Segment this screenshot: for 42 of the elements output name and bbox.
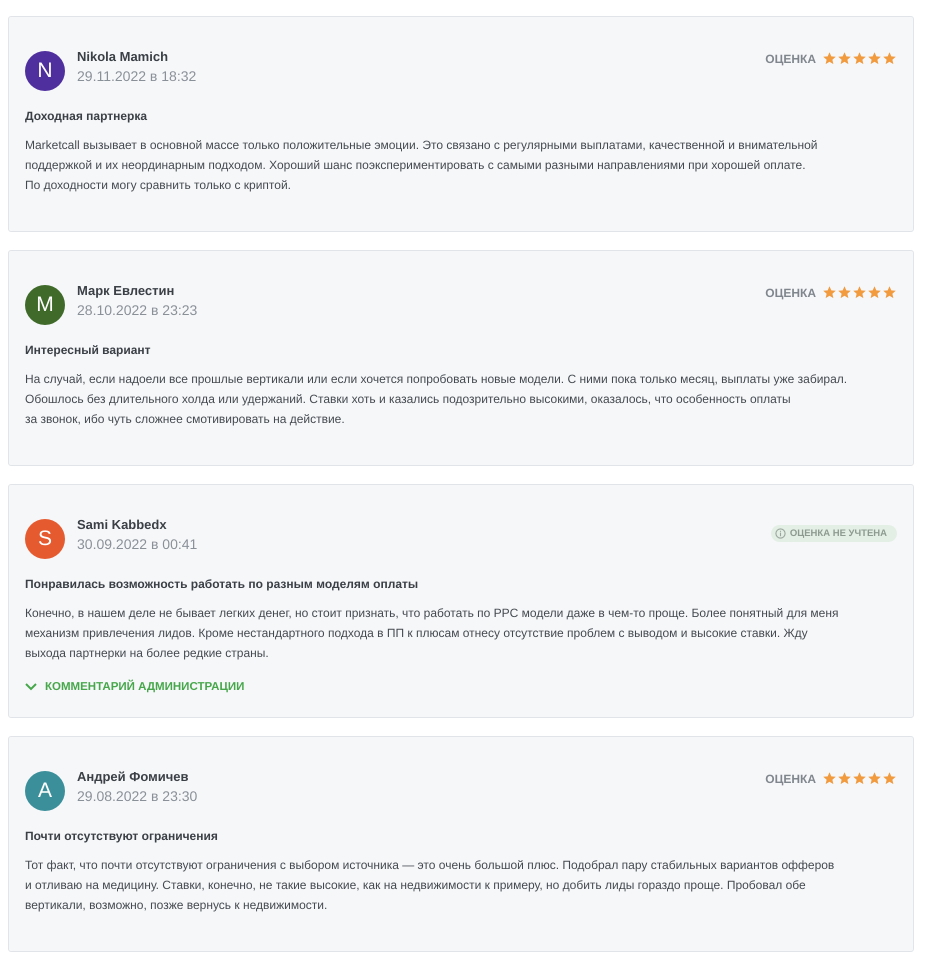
review-title: Понравилась возможность работать по разным моделям оплаты xyxy=(25,577,420,591)
star-icon xyxy=(837,771,852,786)
star-icon xyxy=(852,51,867,66)
admin-comment-toggle[interactable]: КОММЕНТАРИЙ АДМИНИСТРАЦИИ xyxy=(25,681,244,693)
chevron-icon xyxy=(25,683,37,691)
review-text: На случай, если надоели все прошлые вертикали или если хочется попробовать новые модели. С ними пока только месяц, выплаты уже забирал. Обошлось без длительного холда или удержаний. Ставки хоть и казались подозрительно высокими, оказалось, что особенность оплаты за звонок, ибо чуть сложнее смотивировать на действие. xyxy=(25,371,848,428)
review-text: Тот факт, что почти отсутствуют ограничения с выбором источника — это очень большой плюс. Подобрал пару стабильных вариантов офферов и отливаю на медицину. Ставки, конечно, не такие высокие, как на недвижимости к примеру, но добить лиды гораздо проще. Пробовал обе вертикали, возможно, позже вернусь к недвижимости. xyxy=(25,857,836,914)
review-title: Доходная партнерка xyxy=(25,109,148,123)
review-text: Конечно, в нашем деле не бывает легких денег, но стоит признать, что работать по PPC модели даже в чем-то проще. Более понятный для меня механизм привлечения лидов. Кроме нестандартного подхода в ПП к плюсам отнесу отсутствие проблем с выводом и высокие ставки. Жду выхода партнерки на более редкие страны. xyxy=(25,605,840,662)
review-title: Почти отсутствуют ограничения xyxy=(25,829,219,843)
author-name: Андрей Фомичев xyxy=(77,769,190,784)
star-icon xyxy=(837,51,852,66)
star-icon xyxy=(867,285,882,300)
star-icon xyxy=(822,285,837,300)
info-icon xyxy=(774,528,786,539)
review-date: 29.11.2022 в 18:32 xyxy=(77,68,198,84)
author-name: Марк Евлестин xyxy=(77,283,176,298)
star-icon xyxy=(852,285,867,300)
star-icon xyxy=(867,51,882,66)
rating-label: ОЦЕНКА xyxy=(765,286,816,300)
star-icon xyxy=(882,51,897,66)
review-date: 29.08.2022 в 23:30 xyxy=(77,788,198,804)
avatar: A xyxy=(25,771,65,811)
review-title: Интересный вариант xyxy=(25,343,152,357)
rating-label: ОЦЕНКА xyxy=(765,772,816,786)
star-icon xyxy=(867,771,882,786)
author-name: Sami Kabbedx xyxy=(77,517,168,532)
star-icon xyxy=(882,285,897,300)
author-name: Nikola Mamich xyxy=(77,49,170,64)
avatar: S xyxy=(25,519,65,559)
star-icon xyxy=(822,51,837,66)
rating-not-counted-badge: ОЦЕНКА НЕ УЧТЕНА xyxy=(770,525,897,542)
review-date: 28.10.2022 в 23:23 xyxy=(77,302,198,318)
review-date: 30.09.2022 в 00:41 xyxy=(77,536,198,552)
rating-label: ОЦЕНКА xyxy=(765,52,816,66)
star-icon xyxy=(822,771,837,786)
avatar: N xyxy=(25,51,65,91)
star-icon xyxy=(882,771,897,786)
star-icon xyxy=(837,285,852,300)
avatar: M xyxy=(25,285,65,325)
review-text: Marketcall вызывает в основной массе только положительные эмоции. Это связано с регулярными выплатами, качественной и внимательной поддержкой и их неординарным подходом. Хороший шанс поэкспериментировать с самыми разными направлениями при хорошей оплате. По доходности могу сравнить только с криптой. xyxy=(25,137,819,194)
star-icon xyxy=(852,771,867,786)
